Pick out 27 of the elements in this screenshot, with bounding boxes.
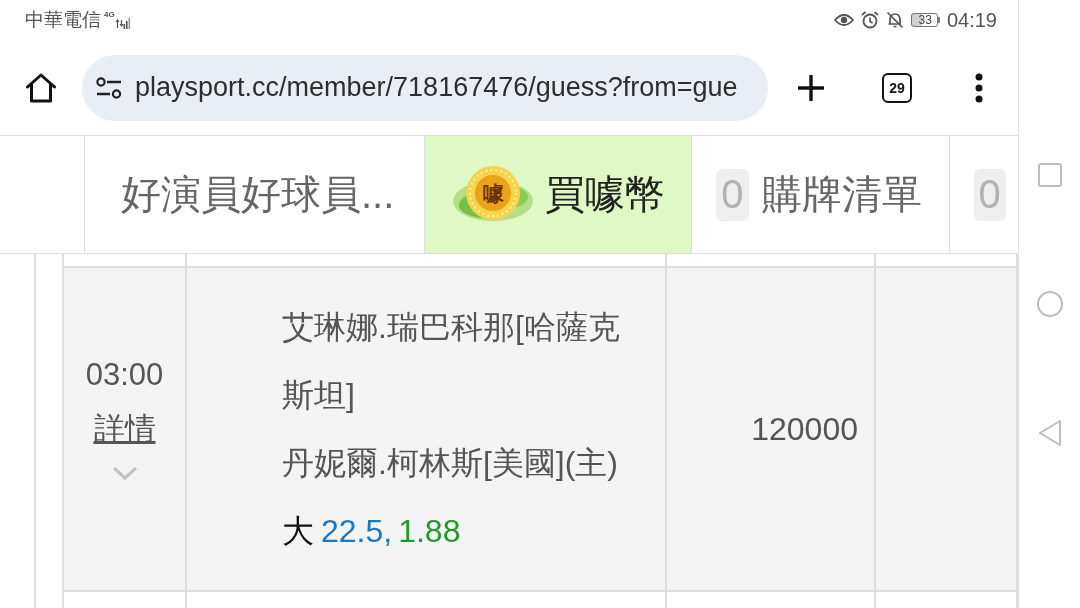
url-text: playsport.cc/member/718167476/guess?from=gue bbox=[135, 72, 738, 103]
alarm-clock-icon bbox=[860, 11, 879, 29]
battery-indicator: 33 bbox=[910, 13, 940, 27]
nav-tab[interactable]: 0 購牌清單 bbox=[692, 136, 950, 253]
address-bar[interactable]: playsport.cc/member/718167476/guess?from=gue bbox=[82, 54, 768, 121]
tab-count-button[interactable]: 29 bbox=[882, 72, 912, 103]
count-badge: 0 bbox=[973, 168, 1006, 221]
network-type-text: 4G bbox=[104, 11, 115, 19]
eye-icon bbox=[833, 13, 854, 27]
count-badge: 0 bbox=[716, 168, 749, 221]
nav-tab[interactable]: 噱 買噱幣 bbox=[425, 136, 693, 253]
details-link[interactable]: 詳情 bbox=[93, 411, 156, 447]
pick-line: 22.5, bbox=[321, 512, 393, 551]
team-name: 丹妮爾.柯林斯[美國](主) bbox=[282, 444, 619, 483]
clock-time: 04:19 bbox=[946, 9, 997, 31]
plus-icon[interactable] bbox=[797, 73, 825, 102]
more-icon[interactable] bbox=[975, 72, 983, 103]
team-name: 艾琳娜.瑞巴科那[哈薩克斯坦] bbox=[282, 308, 621, 415]
carrier-name: 中華電信 bbox=[25, 9, 101, 31]
pick-side: 大 bbox=[282, 512, 314, 551]
match-time: 03:00 bbox=[85, 357, 164, 393]
home-icon[interactable] bbox=[25, 72, 57, 103]
sliders-icon[interactable] bbox=[96, 76, 122, 99]
pick-odds: 1.88 bbox=[398, 512, 461, 551]
signal-bars-icon bbox=[114, 15, 131, 29]
amount-text: 120000 bbox=[751, 410, 858, 448]
bell-off-icon bbox=[885, 11, 904, 29]
